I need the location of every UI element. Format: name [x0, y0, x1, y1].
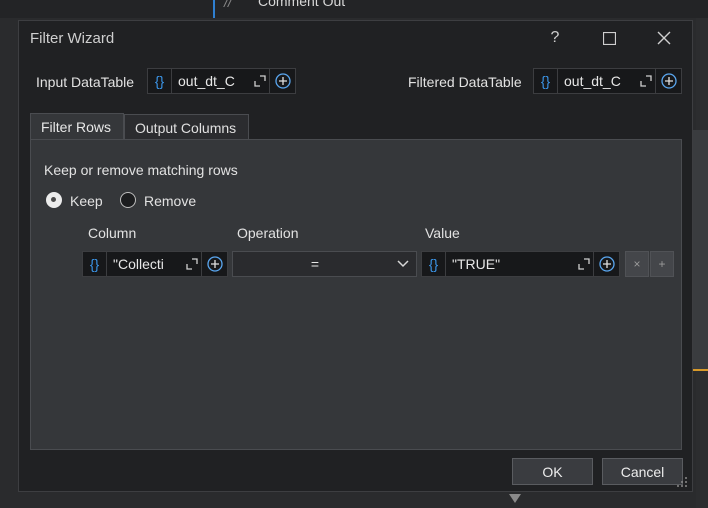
chevron-down-icon	[397, 260, 409, 268]
tab-output-columns[interactable]: Output Columns	[124, 114, 249, 140]
cancel-button[interactable]: Cancel	[602, 458, 683, 485]
tab-filter-rows[interactable]: Filter Rows	[30, 113, 124, 139]
filter-rows-panel: Keep or remove matching rows Keep Remove…	[30, 139, 682, 450]
background-connector	[213, 0, 215, 18]
expression-braces-icon: {}	[148, 69, 172, 93]
expand-editor-icon[interactable]	[637, 75, 655, 87]
input-datatable-field[interactable]: {} out_dt_C	[147, 68, 296, 94]
operation-value: =	[310, 256, 320, 272]
ok-button[interactable]: OK	[512, 458, 593, 485]
filtered-datatable-field[interactable]: {} out_dt_C	[533, 68, 682, 94]
filter-wizard-dialog: Filter Wizard ? Input DataTable {} out_d…	[18, 20, 693, 492]
plus-circle-icon	[660, 73, 677, 89]
expand-editor-icon[interactable]	[251, 75, 269, 87]
add-row-button[interactable]: +	[650, 251, 674, 277]
close-button[interactable]	[642, 23, 686, 53]
filtered-datatable-label: Filtered DataTable	[408, 74, 522, 90]
maximize-button[interactable]	[587, 23, 631, 53]
plus-circle-icon	[206, 256, 223, 272]
remove-label[interactable]: Remove	[144, 193, 196, 209]
background-activity-label: Comment Out	[258, 0, 346, 9]
help-icon: ?	[550, 29, 560, 46]
expression-braces-icon: {}	[534, 69, 558, 93]
background-activity	[0, 0, 708, 18]
remove-row-button[interactable]: ×	[625, 251, 649, 277]
column-field[interactable]: {} "Collecti	[82, 251, 228, 277]
expand-editor-icon[interactable]	[575, 258, 593, 270]
flow-arrow-icon	[509, 494, 521, 503]
expand-editor-icon[interactable]	[183, 258, 201, 270]
add-variable-button[interactable]	[655, 69, 681, 93]
close-icon	[657, 31, 671, 45]
plus-circle-icon	[274, 73, 291, 89]
expression-braces-icon: {}	[422, 252, 446, 276]
remove-icon: ×	[633, 257, 641, 271]
expression-braces-icon: {}	[83, 252, 107, 276]
add-variable-button[interactable]	[593, 252, 619, 276]
keep-label[interactable]: Keep	[70, 193, 103, 209]
value-value[interactable]: "TRUE"	[446, 256, 575, 272]
resize-grip-icon[interactable]	[676, 476, 688, 488]
filtered-datatable-value[interactable]: out_dt_C	[558, 73, 637, 89]
keep-radio[interactable]	[46, 192, 62, 208]
remove-radio[interactable]	[120, 192, 136, 208]
comment-icon: //	[224, 0, 232, 10]
dialog-title: Filter Wizard	[30, 30, 115, 47]
plus-circle-icon	[598, 256, 615, 272]
operation-select[interactable]: =	[232, 251, 417, 277]
keep-remove-heading: Keep or remove matching rows	[44, 162, 238, 178]
add-variable-button[interactable]	[269, 69, 295, 93]
input-datatable-label: Input DataTable	[36, 74, 135, 90]
column-header: Column	[88, 225, 137, 241]
value-field[interactable]: {} "TRUE"	[421, 251, 620, 277]
background-card-highlight	[692, 369, 708, 371]
add-variable-button[interactable]	[201, 252, 227, 276]
input-datatable-value[interactable]: out_dt_C	[172, 73, 251, 89]
title-bar[interactable]: Filter Wizard ?	[19, 21, 692, 55]
maximize-icon	[602, 31, 616, 45]
value-header: Value	[425, 225, 460, 241]
column-value[interactable]: "Collecti	[107, 256, 183, 272]
help-button[interactable]: ?	[533, 23, 577, 53]
background-card	[692, 130, 708, 370]
add-icon: +	[658, 257, 666, 271]
operation-header: Operation	[237, 225, 299, 241]
